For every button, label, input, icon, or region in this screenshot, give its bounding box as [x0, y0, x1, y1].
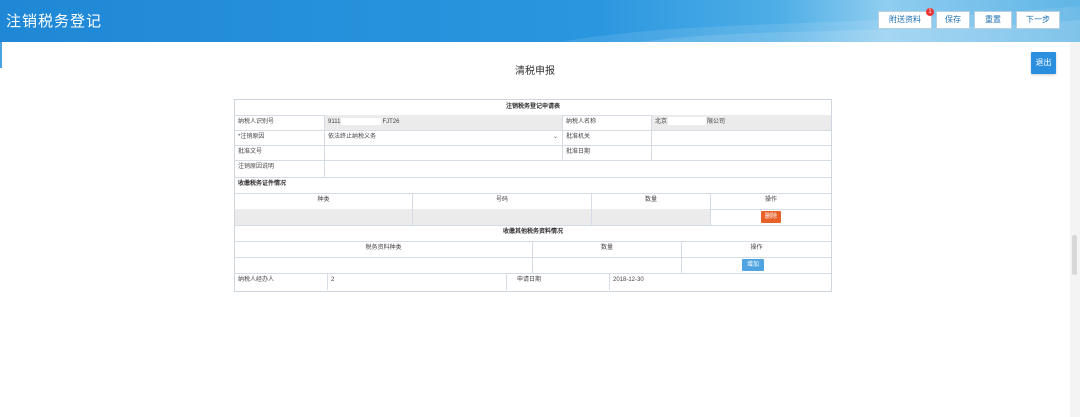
- cert-number-cell[interactable]: [413, 209, 592, 225]
- approval-doc-input[interactable]: [325, 145, 563, 160]
- save-button[interactable]: 保存: [936, 11, 970, 29]
- app-header: 注销税务登记 附送资料 1 保存 重置 下一步: [0, 0, 1080, 42]
- handler-label: 纳税人经办人: [235, 273, 328, 290]
- form-row-handler: 纳税人经办人 2 申请日期 2018-12-30: [235, 273, 831, 290]
- other-action-cell: 增加: [682, 257, 831, 273]
- taxpayer-name-suffix: 限公司: [707, 119, 726, 125]
- next-step-button[interactable]: 下一步: [1016, 11, 1060, 29]
- other-quantity-cell[interactable]: [533, 257, 682, 273]
- other-col-quantity: 数量: [533, 241, 682, 257]
- other-col-type: 税务资料种类: [235, 241, 533, 257]
- form-section-title: 注销税务登记申请表: [505, 104, 560, 110]
- cert-col-action: 操作: [764, 197, 777, 203]
- reason-desc-label: 注销原因说明: [235, 160, 325, 177]
- form-row-taxpayer: 纳税人识别号 9111 FJT26 纳税人名称 北京 限公司: [235, 115, 831, 131]
- other-table-header: 税务资料种类 数量 操作: [235, 241, 831, 258]
- table-row: 删除: [235, 209, 831, 226]
- redaction-mask: [341, 117, 382, 125]
- cert-quantity-cell[interactable]: [592, 209, 711, 225]
- apply-date-input[interactable]: 2018-12-30: [610, 273, 831, 290]
- cert-type-cell[interactable]: [235, 209, 413, 225]
- deregistration-form: 注销税务登记申请表 纳税人识别号 9111 FJT26 纳税人名称 北京 限公司 *…: [234, 99, 832, 292]
- apply-date-label: 申请日期: [507, 273, 610, 290]
- add-button[interactable]: 增加: [742, 259, 764, 271]
- page-header-title: 注销税务登记: [6, 13, 103, 30]
- taxpayer-id-field[interactable]: 9111 FJT26: [325, 115, 563, 130]
- cert-section-title: 收缴税务证件情况: [238, 181, 287, 187]
- taxpayer-name-field[interactable]: 北京 限公司: [652, 115, 831, 130]
- vertical-scrollbar[interactable]: [1070, 42, 1080, 417]
- chevron-down-icon[interactable]: ⌄: [553, 130, 558, 145]
- other-col-action: 操作: [750, 245, 763, 251]
- cert-col-number: 号码: [413, 193, 592, 209]
- table-row: 增加: [235, 257, 831, 274]
- approval-doc-label: 批准文号: [235, 145, 325, 160]
- attach-materials-button[interactable]: 附送资料: [878, 11, 932, 29]
- scrollbar-thumb[interactable]: [1072, 235, 1077, 275]
- cert-table-header: 种类 号码 数量 操作: [235, 193, 831, 210]
- other-section-title: 收缴其他税务资料情况: [502, 229, 563, 235]
- taxpayer-id-label: 纳税人识别号: [235, 115, 325, 130]
- taxpayer-name-prefix: 北京: [655, 119, 668, 125]
- delete-button[interactable]: 删除: [761, 211, 781, 223]
- exit-button[interactable]: 退出: [1031, 52, 1056, 74]
- reason-desc-input[interactable]: [325, 160, 831, 177]
- approval-org-input[interactable]: [652, 130, 831, 145]
- reason-select[interactable]: 依法终止纳税义务 ⌄: [325, 130, 563, 145]
- attach-count-badge: 1: [926, 8, 934, 16]
- taxpayer-id-prefix: 9111: [328, 119, 341, 125]
- form-row-reason-desc: 注销原因说明: [235, 160, 831, 178]
- reset-button[interactable]: 重置: [974, 11, 1012, 29]
- cert-section-header: 收缴税务证件情况: [235, 177, 831, 194]
- handler-input[interactable]: 2: [328, 273, 507, 290]
- approval-date-input[interactable]: [652, 145, 831, 160]
- approval-date-label: 批准日期: [563, 145, 652, 160]
- reason-label: *注销原因: [235, 130, 325, 145]
- approval-org-label: 批准机关: [563, 130, 652, 145]
- cert-col-type: 种类: [235, 193, 413, 209]
- form-row-approval: 批准文号 批准日期: [235, 145, 831, 161]
- taxpayer-id-suffix: FJT26: [382, 119, 400, 125]
- form-row-reason: *注销原因 依法终止纳税义务 ⌄ 批准机关: [235, 130, 831, 146]
- cert-col-quantity: 数量: [592, 193, 711, 209]
- reason-value: 依法终止纳税义务: [328, 134, 377, 140]
- form-section-header: 注销税务登记申请表: [235, 100, 831, 116]
- page-title: 清税申报: [515, 66, 555, 77]
- cert-action-cell: 删除: [711, 209, 831, 225]
- redaction-mask: [668, 117, 707, 126]
- other-type-cell[interactable]: [235, 257, 533, 273]
- taxpayer-name-label: 纳税人名称: [563, 115, 652, 130]
- other-section-header: 收缴其他税务资料情况: [235, 225, 831, 242]
